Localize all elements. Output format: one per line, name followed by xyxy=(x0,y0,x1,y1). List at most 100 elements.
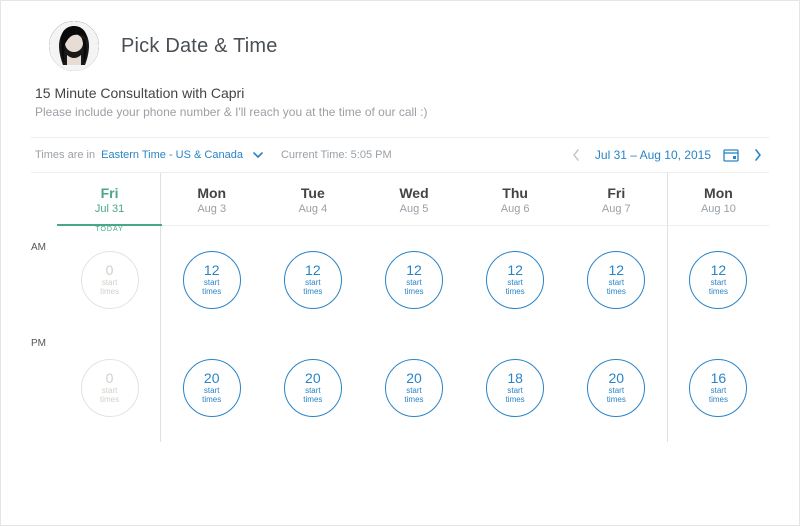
day-of-week: Fri xyxy=(59,185,160,201)
slot-count: 0 xyxy=(106,371,114,386)
day-date: Aug 10 xyxy=(668,203,769,215)
slot-count: 12 xyxy=(204,263,220,278)
time-slot-am[interactable]: 12starttimes xyxy=(183,251,241,309)
event-instruction: Please include your phone number & I'll … xyxy=(35,105,769,119)
day-header: Fri Aug 7 xyxy=(566,173,668,225)
day-column: 12starttimes20starttimes xyxy=(262,226,363,442)
slot-label-line1: start xyxy=(608,387,624,395)
day-date: Aug 7 xyxy=(566,203,667,215)
pm-row: 0starttimes xyxy=(59,334,160,442)
am-row: 12starttimes xyxy=(161,226,262,334)
slot-label-line2: times xyxy=(303,288,322,296)
time-slot-pm[interactable]: 18starttimes xyxy=(486,359,544,417)
time-slot-am[interactable]: 12starttimes xyxy=(486,251,544,309)
time-slot-pm[interactable]: 20starttimes xyxy=(587,359,645,417)
slot-label-line2: times xyxy=(709,288,728,296)
slot-count: 20 xyxy=(305,371,321,386)
slot-label-line1: start xyxy=(305,387,321,395)
am-row: 0starttimes xyxy=(59,226,160,334)
am-row: 12starttimes xyxy=(262,226,363,334)
time-slot-pm[interactable]: 20starttimes xyxy=(385,359,443,417)
slot-label-line1: start xyxy=(507,279,523,287)
slot-count: 20 xyxy=(406,371,422,386)
time-slot-am[interactable]: 12starttimes xyxy=(385,251,443,309)
next-week-button[interactable] xyxy=(751,148,765,162)
slot-label-line1: start xyxy=(204,279,220,287)
slot-label-line2: times xyxy=(100,396,119,404)
day-column: 12starttimes 20starttimes xyxy=(363,226,464,442)
pm-row: 20starttimes xyxy=(161,334,262,442)
slot-label-line2: times xyxy=(303,396,322,404)
pm-row: 20starttimes xyxy=(566,334,667,442)
slot-count: 12 xyxy=(406,263,422,278)
day-of-week: Fri xyxy=(566,185,667,201)
time-slot-am[interactable]: 12starttimes xyxy=(689,251,747,309)
pm-row: 16starttimes xyxy=(668,334,769,442)
day-column: 12starttimes20starttimes xyxy=(566,226,668,442)
day-column: 12starttimes18starttimes xyxy=(465,226,566,442)
slot-label-line1: start xyxy=(305,279,321,287)
time-slot-pm[interactable]: 20starttimes xyxy=(183,359,241,417)
event-name: 15 Minute Consultation with Capri xyxy=(35,85,769,101)
today-badge: TODAY xyxy=(91,226,127,233)
slot-label-line2: times xyxy=(709,396,728,404)
slot-count: 18 xyxy=(507,371,523,386)
slot-label-line1: start xyxy=(711,387,727,395)
current-time: Current Time: 5:05 PM xyxy=(281,149,392,161)
pm-row: 18starttimes xyxy=(465,334,566,442)
host-avatar xyxy=(49,21,99,71)
day-header: Wed Aug 5 xyxy=(363,173,464,225)
time-slot-am[interactable]: 12starttimes xyxy=(284,251,342,309)
slot-count: 12 xyxy=(608,263,624,278)
time-slot-am: 0starttimes xyxy=(81,251,139,309)
time-slot-pm[interactable]: 20starttimes xyxy=(284,359,342,417)
slot-count: 12 xyxy=(711,263,727,278)
slot-label-line1: start xyxy=(406,387,422,395)
date-range: Jul 31 – Aug 10, 2015 xyxy=(595,148,711,162)
timezone-selector[interactable]: Eastern Time - US & Canada xyxy=(101,149,263,161)
calendar-grid: FriJul 31TODAYMonAug 3TueAug 4WedAug 5Th… xyxy=(31,173,769,442)
time-slot-pm[interactable]: 16starttimes xyxy=(689,359,747,417)
slot-label-line1: start xyxy=(102,279,118,287)
day-of-week: Wed xyxy=(363,185,464,201)
day-date: Aug 4 xyxy=(262,203,363,215)
day-column: 0starttimes0starttimes xyxy=(59,226,161,442)
timezone-prefix: Times are in xyxy=(35,149,95,161)
day-header: Thu Aug 6 xyxy=(465,173,566,225)
day-date: Aug 3 xyxy=(161,203,262,215)
chevron-down-icon xyxy=(253,152,263,159)
day-header: Mon Aug 10 xyxy=(668,173,769,225)
slot-label-line1: start xyxy=(608,279,624,287)
day-header: FriJul 31TODAY xyxy=(59,173,161,225)
slot-label-line2: times xyxy=(100,288,119,296)
day-date: Aug 6 xyxy=(465,203,566,215)
day-of-week: Mon xyxy=(161,185,262,201)
slot-label-line2: times xyxy=(607,288,626,296)
slot-label-line1: start xyxy=(406,279,422,287)
day-date: Aug 5 xyxy=(363,203,464,215)
slot-label-line2: times xyxy=(202,288,221,296)
day-column: 12starttimes20starttimes xyxy=(161,226,262,442)
toolbar: Times are in Eastern Time - US & Canada … xyxy=(31,137,769,173)
day-of-week: Mon xyxy=(668,185,769,201)
scheduling-widget: Pick Date & Time 15 Minute Consultation … xyxy=(0,0,800,526)
slot-label-line1: start xyxy=(507,387,523,395)
am-row: 12starttimes xyxy=(465,226,566,334)
day-of-week: Tue xyxy=(262,185,363,201)
day-header: Mon Aug 3 xyxy=(161,173,262,225)
slot-count: 12 xyxy=(507,263,523,278)
slot-label-line2: times xyxy=(607,396,626,404)
prev-week-button[interactable] xyxy=(569,148,583,162)
slot-label-line1: start xyxy=(204,387,220,395)
pm-row: 20starttimes xyxy=(262,334,363,442)
page-title: Pick Date & Time xyxy=(121,35,278,58)
time-slot-am[interactable]: 12starttimes xyxy=(587,251,645,309)
am-row: 12starttimes xyxy=(668,226,769,334)
time-slot-pm: 0starttimes xyxy=(81,359,139,417)
day-of-week: Thu xyxy=(465,185,566,201)
header: Pick Date & Time xyxy=(49,21,769,71)
slot-label-line2: times xyxy=(506,288,525,296)
calendar-icon[interactable] xyxy=(723,148,739,162)
am-row: 12starttimes xyxy=(566,226,667,334)
slot-count: 20 xyxy=(608,371,624,386)
